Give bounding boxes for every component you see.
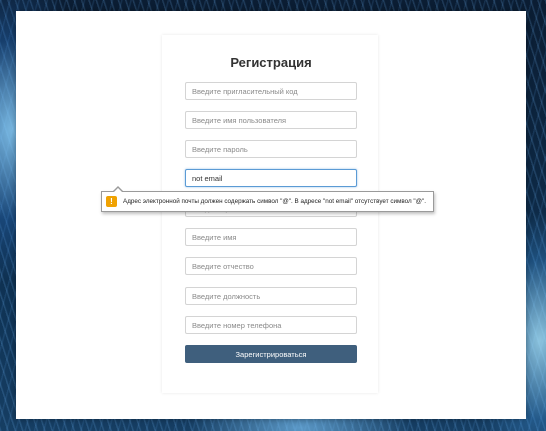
- first-name-input[interactable]: [185, 228, 357, 246]
- register-button[interactable]: Зарегистрироваться: [185, 345, 357, 363]
- form-title: Регистрация: [230, 55, 312, 70]
- invite-code-input[interactable]: [185, 82, 357, 100]
- password-input[interactable]: [185, 140, 357, 158]
- validation-message: Адрес электронной почты должен содержать…: [123, 198, 426, 205]
- position-input[interactable]: [185, 287, 357, 305]
- patronymic-input[interactable]: [185, 257, 357, 275]
- username-input[interactable]: [185, 111, 357, 129]
- tooltip-arrow-fill: [113, 188, 123, 193]
- email-input[interactable]: [185, 169, 357, 187]
- warning-icon: !: [106, 196, 117, 207]
- phone-input[interactable]: [185, 316, 357, 334]
- validation-tooltip: ! Адрес электронной почты должен содержа…: [101, 186, 434, 212]
